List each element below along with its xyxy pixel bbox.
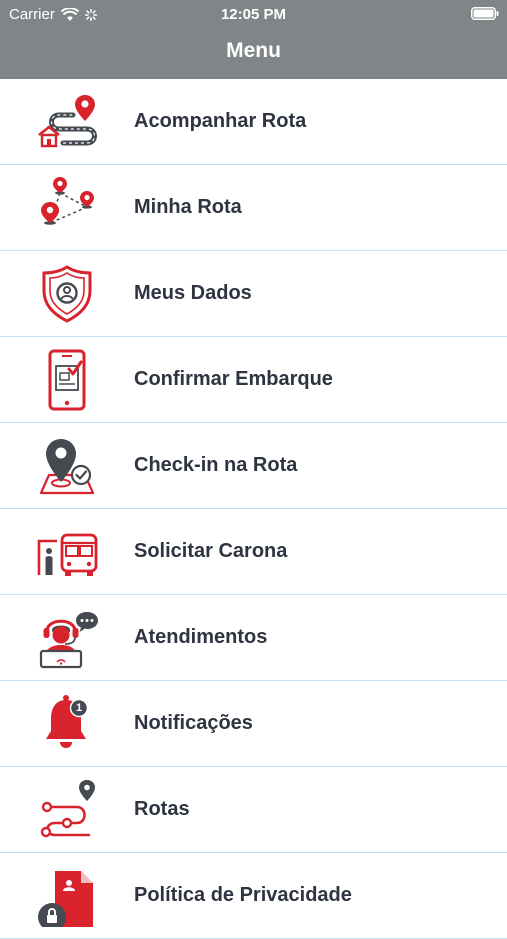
menu-item-notificacoes[interactable]: 1 Notificações [0, 681, 507, 767]
menu-item-label: Solicitar Carona [134, 540, 288, 562]
page-title: Menu [226, 39, 281, 62]
menu-item-label: Rotas [134, 798, 190, 820]
menu-item-label: Confirmar Embarque [134, 368, 333, 390]
route-path-icon [33, 779, 101, 841]
route-tracking-icon [33, 91, 101, 153]
map-pins-route-icon [33, 177, 101, 239]
menu-item-solicitar-carona[interactable]: Solicitar Carona [0, 509, 507, 595]
navigation-header: Carrier 12:05 PM Menu [0, 0, 507, 79]
status-bar: Carrier 12:05 PM [0, 0, 507, 28]
notification-count-badge: 1 [75, 702, 83, 714]
menu-item-confirmar-embarque[interactable]: Confirmar Embarque [0, 337, 507, 423]
menu-item-label: Check-in na Rota [134, 454, 298, 476]
bus-stop-icon [33, 521, 101, 583]
menu-item-acompanhar-rota[interactable]: Acompanhar Rota [0, 79, 507, 165]
battery-icon [471, 7, 499, 20]
shield-user-icon [33, 263, 101, 325]
menu-list: Acompanhar Rota Minha Rota Meus Dados Co… [0, 79, 507, 939]
phone-checklist-icon [33, 349, 101, 411]
menu-item-label: Política de Privacidade [134, 884, 352, 906]
menu-item-rotas[interactable]: Rotas [0, 767, 507, 853]
status-time: 12:05 PM [220, 6, 287, 23]
menu-item-label: Acompanhar Rota [134, 110, 307, 132]
menu-item-minha-rota[interactable]: Minha Rota [0, 165, 507, 251]
location-check-icon [33, 435, 101, 497]
menu-item-label: Minha Rota [134, 196, 242, 218]
menu-item-label: Atendimentos [134, 626, 268, 648]
privacy-document-icon [33, 865, 101, 927]
menu-item-check-in-na-rota[interactable]: Check-in na Rota [0, 423, 507, 509]
bell-icon: 1 [33, 693, 101, 755]
menu-item-atendimentos[interactable]: Atendimentos [0, 595, 507, 681]
menu-item-label: Meus Dados [134, 282, 252, 304]
support-agent-icon [33, 607, 101, 669]
menu-item-label: Notificações [134, 712, 253, 734]
menu-item-politica-de-privacidade[interactable]: Política de Privacidade [0, 853, 507, 939]
menu-item-meus-dados[interactable]: Meus Dados [0, 251, 507, 337]
